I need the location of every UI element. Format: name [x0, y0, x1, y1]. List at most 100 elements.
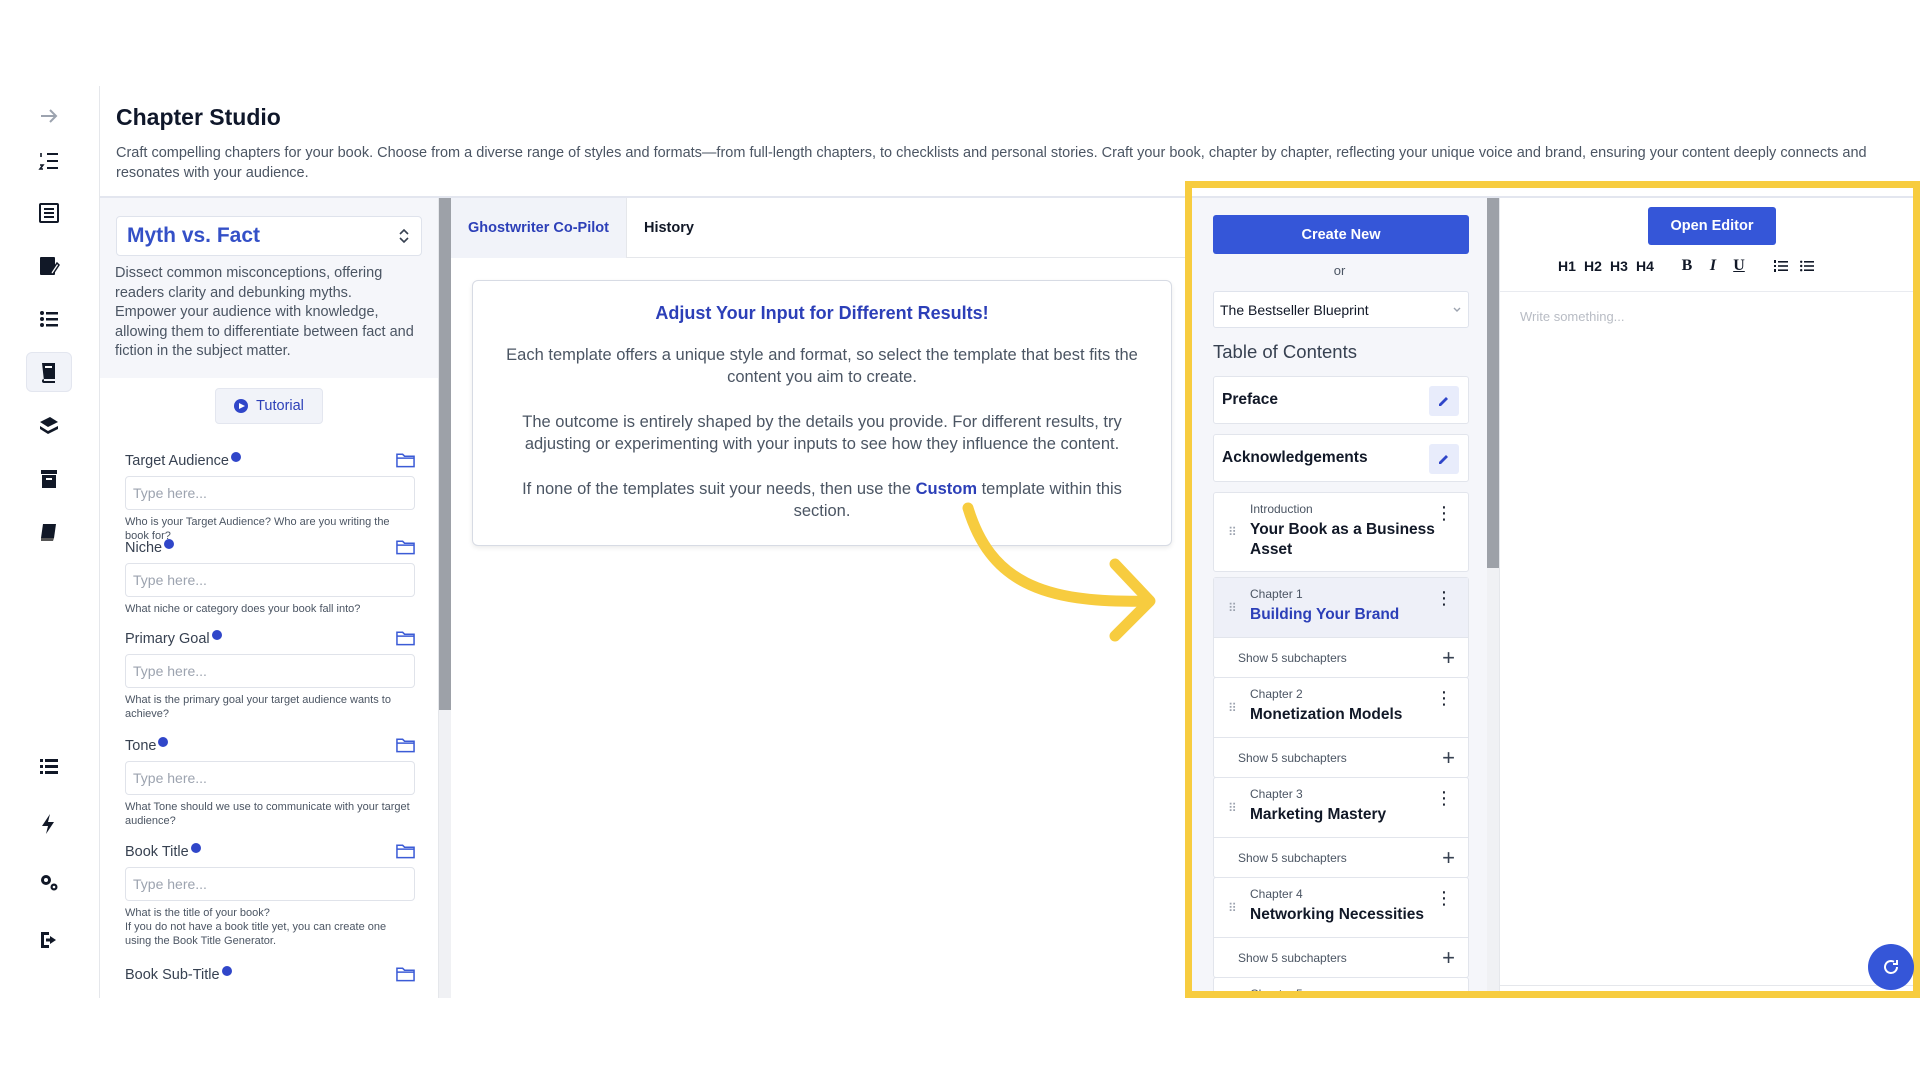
heading1-button[interactable]: H1 [1554, 253, 1580, 279]
more-options-icon[interactable]: ⋮ [1435, 789, 1453, 807]
show-subchapters-link[interactable]: Show 5 subchapters [1238, 851, 1347, 865]
blueprint-select[interactable]: The Bestseller Blueprint [1213, 291, 1469, 328]
open-editor-button[interactable]: Open Editor [1648, 207, 1776, 245]
tab-history[interactable]: History [627, 198, 711, 258]
primary-goal-input[interactable]: Type here... [125, 654, 415, 688]
outline-doc-icon[interactable] [26, 193, 72, 233]
toc-item-acknowledgements[interactable]: Acknowledgements [1213, 434, 1469, 482]
field-label: Niche [125, 540, 163, 556]
lightning-icon[interactable] [26, 804, 72, 844]
arrow-right-icon[interactable] [26, 96, 72, 136]
play-icon [234, 399, 249, 413]
editor-textarea[interactable]: Write something... [1520, 309, 1625, 324]
drag-handle-icon[interactable]: ⠿ [1228, 902, 1237, 914]
pencil-icon[interactable] [1429, 444, 1459, 474]
pencil-icon[interactable] [1429, 386, 1459, 416]
folder-icon[interactable] [396, 539, 415, 555]
app-root: Chapter Studio Craft compelling chapters… [0, 0, 1920, 1080]
custom-template-link[interactable]: Custom [916, 480, 977, 498]
copilot-tabs: Ghostwriter Co-Pilot History [451, 198, 1185, 258]
tutorial-button[interactable]: Tutorial [215, 388, 323, 424]
template-select-value: Myth vs. Fact [127, 224, 261, 247]
niche-input[interactable]: Type here... [125, 563, 415, 597]
heading3-button[interactable]: H3 [1606, 253, 1632, 279]
show-subchapters-link[interactable]: Show 5 subchapters [1238, 651, 1347, 665]
scrollbar-thumb[interactable] [439, 198, 451, 710]
toc-chapter-4[interactable]: ⠿ Chapter 4 Networking Necessities ⋮ Sho… [1213, 877, 1469, 978]
folder-icon[interactable] [396, 966, 415, 982]
toc-chapter-5[interactable]: ⠿ Chapter 5 ⋮ [1213, 977, 1469, 998]
bullet-list-icon[interactable] [1794, 253, 1820, 279]
toc-item-label: Acknowledgements [1222, 449, 1368, 466]
edit-doc-icon[interactable] [26, 246, 72, 286]
info-icon[interactable] [164, 539, 175, 549]
numbered-list-icon[interactable] [26, 141, 72, 181]
toolbar-divider [1500, 291, 1920, 292]
info-icon[interactable] [221, 966, 232, 976]
info-icon[interactable] [211, 630, 222, 640]
toc-item-preface[interactable]: Preface [1213, 376, 1469, 424]
show-subchapters-link[interactable]: Show 5 subchapters [1238, 751, 1347, 765]
books-icon[interactable] [26, 406, 72, 446]
chapter-title: Your Book as a Business Asset [1250, 521, 1435, 558]
plus-icon[interactable]: + [1442, 945, 1455, 971]
archive-icon[interactable] [26, 459, 72, 499]
template-description: Dissect common misconceptions, offering … [115, 265, 414, 359]
field-label: Book Title [125, 844, 189, 860]
folder-icon[interactable] [396, 452, 415, 468]
book-stack-icon[interactable] [26, 352, 72, 392]
plus-icon[interactable]: + [1442, 745, 1455, 771]
toc-chapter-3[interactable]: ⠿ Chapter 3 Marketing Mastery ⋮ Show 5 s… [1213, 777, 1469, 878]
folder-icon[interactable] [396, 630, 415, 646]
target-audience-input[interactable]: Type here... [125, 476, 415, 510]
italic-button[interactable]: I [1700, 253, 1726, 279]
drag-handle-icon[interactable]: ⠿ [1228, 602, 1237, 614]
plus-icon[interactable]: + [1442, 845, 1455, 871]
folder-icon[interactable] [396, 737, 415, 753]
field-tone: Tone Type here... What Tone should we us… [125, 737, 415, 828]
info-text: If none of the templates suit your needs… [522, 480, 916, 498]
tutorial-label: Tutorial [256, 398, 304, 414]
table-of-contents-panel: Create New or The Bestseller Blueprint T… [1192, 198, 1487, 998]
editor-toolbar: H1 H2 H3 H4 B I U [1554, 253, 1820, 279]
plus-icon[interactable]: + [1442, 645, 1455, 671]
drag-handle-icon[interactable]: ⠿ [1228, 702, 1237, 714]
more-options-icon[interactable]: ⋮ [1435, 989, 1453, 998]
underline-button[interactable]: U [1726, 253, 1752, 279]
tone-input[interactable]: Type here... [125, 761, 415, 795]
info-icon[interactable] [231, 452, 241, 462]
show-subchapters-link[interactable]: Show 5 subchapters [1238, 951, 1347, 965]
checklist-icon[interactable] [26, 299, 72, 339]
template-select[interactable]: Myth vs. Fact [116, 216, 422, 256]
tab-ghostwriter-copilot[interactable]: Ghostwriter Co-Pilot [451, 198, 627, 258]
drag-handle-icon[interactable]: ⠿ [1228, 802, 1237, 814]
chevron-down-icon [1453, 307, 1461, 312]
more-options-icon[interactable]: ⋮ [1435, 689, 1453, 707]
bold-button[interactable]: B [1674, 253, 1700, 279]
toc-chapter-1[interactable]: ⠿ Chapter 1 Building Your Brand ⋮ Show 5… [1213, 577, 1469, 678]
toc-chapter-2[interactable]: ⠿ Chapter 2 Monetization Models ⋮ Show 5… [1213, 677, 1469, 778]
heading2-button[interactable]: H2 [1580, 253, 1606, 279]
more-options-icon[interactable]: ⋮ [1435, 889, 1453, 907]
scrollbar-thumb[interactable] [1487, 198, 1499, 568]
toc-scrollbar[interactable] [1487, 198, 1499, 998]
more-options-icon[interactable]: ⋮ [1435, 589, 1453, 607]
heading4-button[interactable]: H4 [1632, 253, 1658, 279]
info-icon[interactable] [190, 843, 201, 853]
form-scrollbar[interactable] [439, 198, 451, 998]
support-chat-icon[interactable] [1868, 944, 1914, 990]
field-help: What Tone should we use to communicate w… [125, 801, 410, 827]
list-icon[interactable] [26, 746, 72, 786]
book-title-input[interactable]: Type here... [125, 867, 415, 901]
info-card-heading: Adjust Your Input for Different Results! [655, 303, 989, 323]
create-new-button[interactable]: Create New [1213, 215, 1469, 254]
toc-chapter-introduction[interactable]: ⠿ Introduction Your Book as a Business A… [1213, 492, 1469, 572]
logout-icon[interactable] [26, 920, 72, 960]
info-icon[interactable] [158, 737, 169, 747]
folder-icon[interactable] [396, 843, 415, 859]
ordered-list-icon[interactable] [1768, 253, 1794, 279]
settings-icon[interactable] [26, 862, 72, 902]
book-icon[interactable] [26, 512, 72, 552]
more-options-icon[interactable]: ⋮ [1435, 504, 1453, 522]
drag-handle-icon[interactable]: ⠿ [1228, 526, 1237, 538]
